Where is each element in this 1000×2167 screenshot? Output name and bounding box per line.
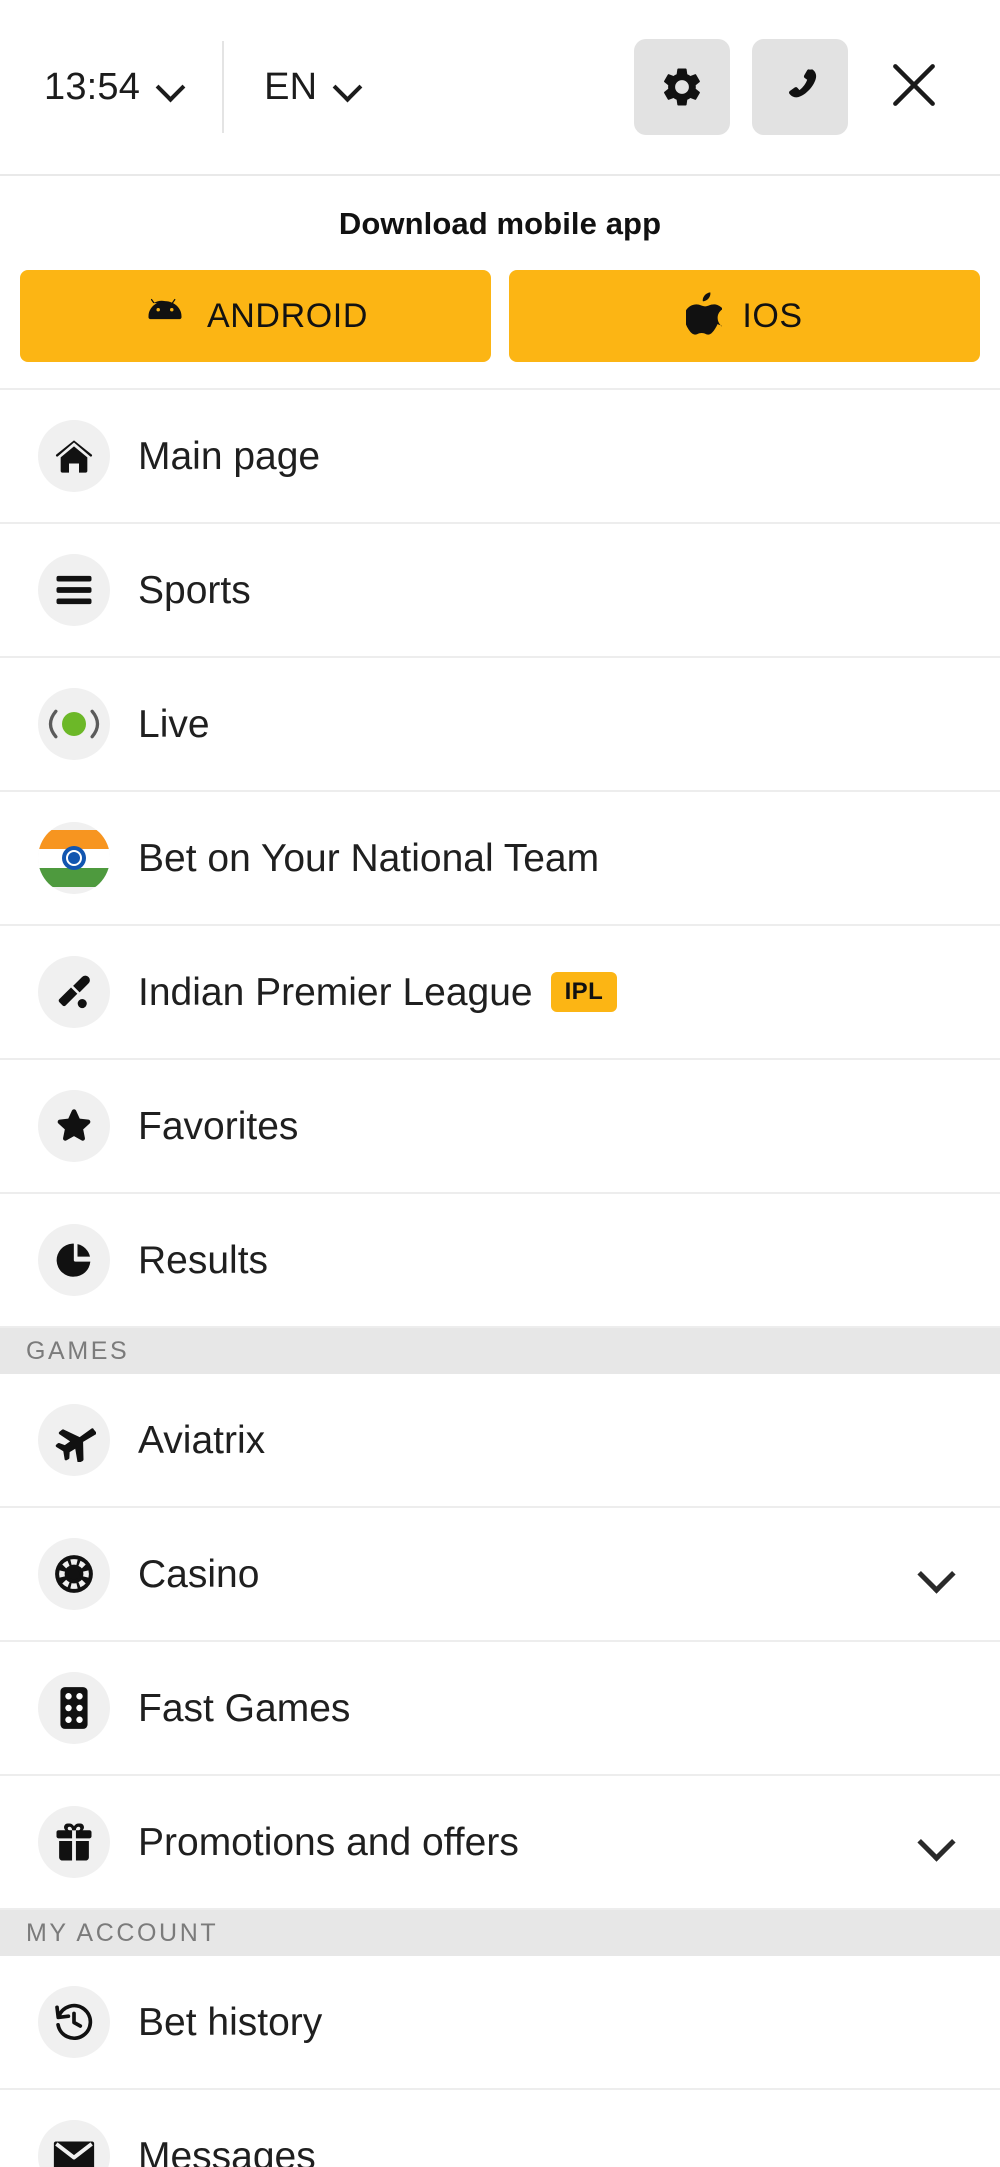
time-selector[interactable]: 13:54 xyxy=(44,51,186,123)
nav-item-label: Bet history xyxy=(138,2000,323,2044)
nav-item-label: Bet on Your National Team xyxy=(138,836,600,880)
download-buttons: ANDROID IOS xyxy=(20,270,980,362)
nav-item-results[interactable]: Results xyxy=(0,1194,1000,1328)
hamburger-icon xyxy=(38,554,110,626)
history-clock-icon xyxy=(38,1986,110,2058)
nav-item-main-page[interactable]: Main page xyxy=(0,390,1000,524)
envelope-icon xyxy=(38,2120,110,2167)
nav-item-national-team[interactable]: Bet on Your National Team xyxy=(0,792,1000,926)
star-icon xyxy=(38,1090,110,1162)
nav-item-label: Fast Games xyxy=(138,1686,351,1730)
nav-item-favorites[interactable]: Favorites xyxy=(0,1060,1000,1194)
india-flag-icon xyxy=(38,822,110,894)
download-app-section: Download mobile app ANDROID IOS xyxy=(0,176,1000,390)
nav-item-label: Favorites xyxy=(138,1104,299,1148)
section-header-games: GAMES xyxy=(0,1328,1000,1374)
nav-item-label: Aviatrix xyxy=(138,1418,266,1462)
nav-item-label: Live xyxy=(138,702,210,746)
close-icon xyxy=(886,57,942,118)
nav-item-aviatrix[interactable]: Aviatrix xyxy=(0,1374,1000,1508)
cricket-bat-icon xyxy=(38,956,110,1028)
language-selector[interactable]: EN xyxy=(264,51,363,123)
nav-item-label: Casino xyxy=(138,1552,260,1596)
nav-item-label: Indian Premier League xyxy=(138,970,533,1014)
phone-icon xyxy=(779,66,821,108)
games-nav-list: Aviatrix Casino Fast Games Promotions an… xyxy=(0,1374,1000,1910)
nav-item-label: Main page xyxy=(138,434,321,478)
nav-item-promotions-and-offers[interactable]: Promotions and offers xyxy=(0,1776,1000,1910)
chevron-down-icon[interactable] xyxy=(918,1823,956,1861)
nav-item-live[interactable]: Live xyxy=(0,658,1000,792)
nav-item-casino[interactable]: Casino xyxy=(0,1508,1000,1642)
account-nav-list: Bet history Messages xyxy=(0,1956,1000,2167)
close-menu-button[interactable] xyxy=(866,39,962,135)
nav-item-label: Messages xyxy=(138,2134,316,2167)
chevron-down-icon xyxy=(156,72,186,102)
nav-item-label: Results xyxy=(138,1238,269,1282)
ipl-badge: IPL xyxy=(550,972,618,1012)
gear-icon xyxy=(659,64,705,110)
section-header-my-account: MY ACCOUNT xyxy=(0,1910,1000,1956)
nav-item-sports[interactable]: Sports xyxy=(0,524,1000,658)
nav-item-label: Promotions and offers xyxy=(138,1820,519,1864)
language-label: EN xyxy=(264,66,318,108)
download-ios-button[interactable]: IOS xyxy=(509,270,980,362)
home-icon xyxy=(38,420,110,492)
call-support-button[interactable] xyxy=(752,39,848,135)
airplane-icon xyxy=(38,1404,110,1476)
settings-button[interactable] xyxy=(634,39,730,135)
top-bar: 13:54 EN xyxy=(0,0,1000,176)
nav-item-label: Sports xyxy=(138,568,251,612)
download-android-label: ANDROID xyxy=(207,297,368,335)
apple-icon xyxy=(684,291,727,341)
download-android-button[interactable]: ANDROID xyxy=(20,270,491,362)
mobile-side-menu: 13:54 EN Download mobile app ANDROID IOS… xyxy=(0,0,1000,2167)
chevron-down-icon[interactable] xyxy=(918,1555,956,1593)
pie-chart-icon xyxy=(38,1224,110,1296)
nav-item-fast-games[interactable]: Fast Games xyxy=(0,1642,1000,1776)
nav-item-indian-premier-league[interactable]: Indian Premier League IPL xyxy=(0,926,1000,1060)
live-broadcast-icon xyxy=(38,688,110,760)
download-app-title: Download mobile app xyxy=(338,206,662,241)
live-dot xyxy=(62,712,86,736)
poker-chip-icon xyxy=(38,1538,110,1610)
chevron-down-icon xyxy=(333,72,363,102)
dice-icon xyxy=(38,1672,110,1744)
android-icon xyxy=(143,298,187,335)
header-divider xyxy=(222,41,225,133)
nav-item-messages[interactable]: Messages xyxy=(0,2090,1000,2167)
download-ios-label: IOS xyxy=(742,297,803,335)
primary-nav-list: Main page Sports Live Bet on Your Nation… xyxy=(0,390,1000,1328)
current-time: 13:54 xyxy=(44,66,141,108)
gift-icon xyxy=(38,1806,110,1878)
nav-item-bet-history[interactable]: Bet history xyxy=(0,1956,1000,2090)
